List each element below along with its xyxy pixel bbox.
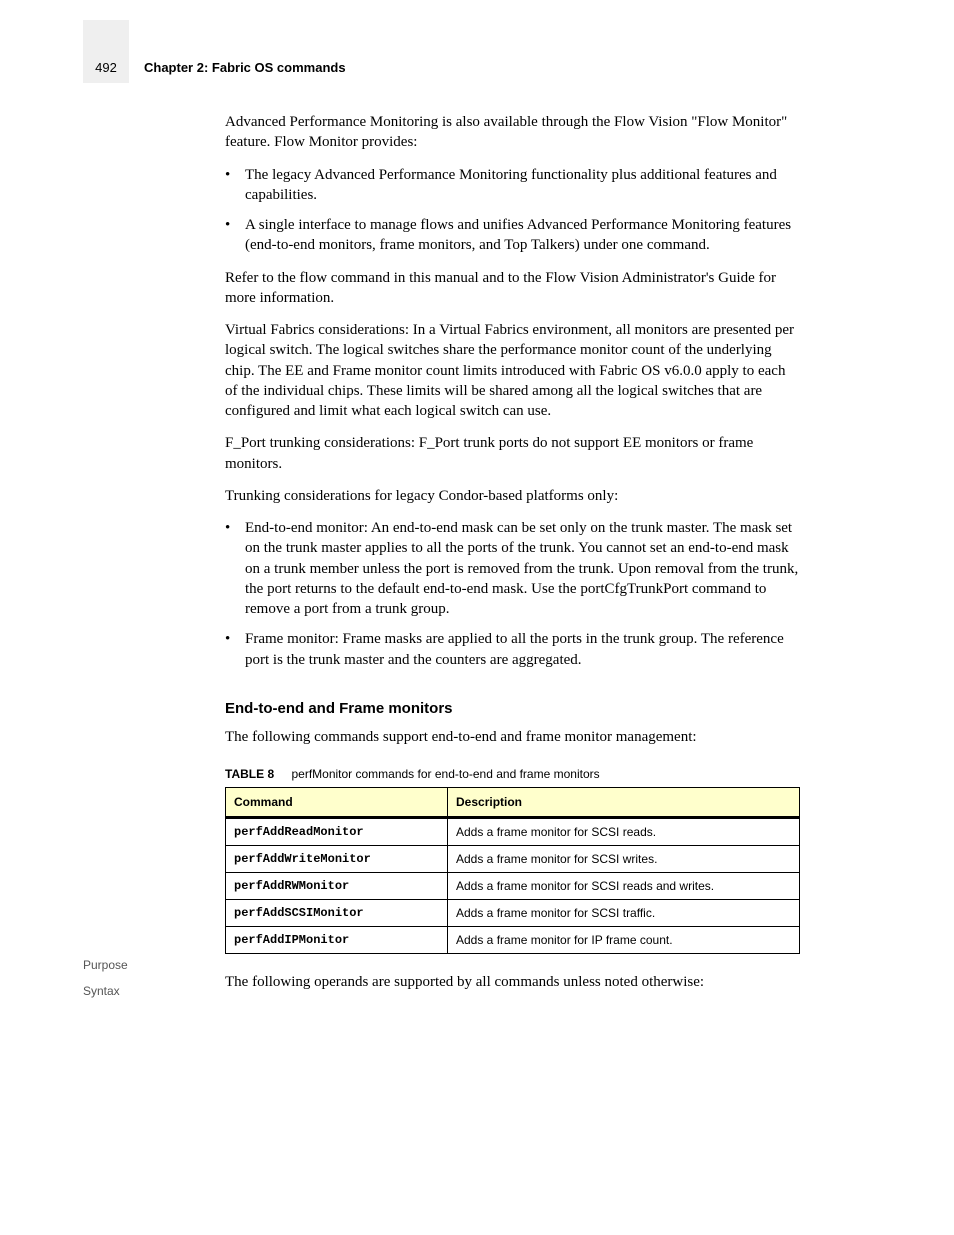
bullet-list: • The legacy Advanced Performance Monito… (225, 165, 800, 256)
bullet-text: End-to-end monitor: An end-to-end mask c… (245, 518, 800, 619)
page-number-box: 492 (83, 20, 129, 83)
ee-body-2: The following operands are supported by … (225, 972, 800, 992)
cell-description: Adds a frame monitor for SCSI traffic. (448, 900, 800, 927)
side-label-purpose: Purpose (83, 958, 213, 972)
bullet-text: Frame monitor: Frame masks are applied t… (245, 629, 800, 670)
cell-command: perfAddReadMonitor (226, 818, 448, 846)
col-header-command: Command (226, 788, 448, 818)
table-caption: TABLE 8 perfMonitor commands for end-to-… (225, 767, 800, 781)
table-row: perfAddWriteMonitor Adds a frame monitor… (226, 846, 800, 873)
page-number: 492 (83, 60, 129, 75)
table-row: perfAddRWMonitor Adds a frame monitor fo… (226, 873, 800, 900)
table-label: TABLE 8 (225, 767, 274, 781)
bullet-dot-icon: • (225, 215, 245, 256)
trunk-bullet-list: • End-to-end monitor: An end-to-end mask… (225, 518, 800, 670)
section-heading-ee-frame: End-to-end and Frame monitors (225, 700, 800, 717)
cell-command: perfAddSCSIMonitor (226, 900, 448, 927)
cell-command: perfAddIPMonitor (226, 927, 448, 954)
bullet-dot-icon: • (225, 518, 245, 619)
reference-paragraph: Refer to the flow command in this manual… (225, 268, 800, 309)
intro-paragraph: Advanced Performance Monitoring is also … (225, 112, 800, 153)
cell-description: Adds a frame monitor for SCSI reads and … (448, 873, 800, 900)
bullet-item: • A single interface to manage flows and… (225, 215, 800, 256)
fport-trunking-paragraph: F_Port trunking considerations: F_Port t… (225, 433, 800, 474)
virtual-fabrics-paragraph: Virtual Fabrics considerations: In a Vir… (225, 320, 800, 421)
table-row: perfAddSCSIMonitor Adds a frame monitor … (226, 900, 800, 927)
side-label-syntax: Syntax (83, 984, 213, 998)
perf-monitor-table: Command Description perfAddReadMonitor A… (225, 787, 800, 954)
main-content: Advanced Performance Monitoring is also … (225, 112, 800, 1004)
bullet-dot-icon: • (225, 165, 245, 206)
cell-description: Adds a frame monitor for SCSI writes. (448, 846, 800, 873)
table-caption-text: perfMonitor commands for end-to-end and … (291, 767, 599, 781)
ee-body-1: The following commands support end-to-en… (225, 727, 800, 747)
table-row: perfAddIPMonitor Adds a frame monitor fo… (226, 927, 800, 954)
cell-description: Adds a frame monitor for IP frame count. (448, 927, 800, 954)
bullet-dot-icon: • (225, 629, 245, 670)
bullet-item: • The legacy Advanced Performance Monito… (225, 165, 800, 206)
bullet-text: A single interface to manage flows and u… (245, 215, 800, 256)
cell-command: perfAddRWMonitor (226, 873, 448, 900)
bullet-item: • End-to-end monitor: An end-to-end mask… (225, 518, 800, 619)
table-header-row: Command Description (226, 788, 800, 818)
bullet-text: The legacy Advanced Performance Monitori… (245, 165, 800, 206)
cell-description: Adds a frame monitor for SCSI reads. (448, 818, 800, 846)
trunking-considerations-heading: Trunking considerations for legacy Condo… (225, 486, 800, 506)
col-header-description: Description (448, 788, 800, 818)
table-row: perfAddReadMonitor Adds a frame monitor … (226, 818, 800, 846)
cell-command: perfAddWriteMonitor (226, 846, 448, 873)
chapter-label: Chapter 2: Fabric OS commands (144, 60, 346, 75)
bullet-item: • Frame monitor: Frame masks are applied… (225, 629, 800, 670)
